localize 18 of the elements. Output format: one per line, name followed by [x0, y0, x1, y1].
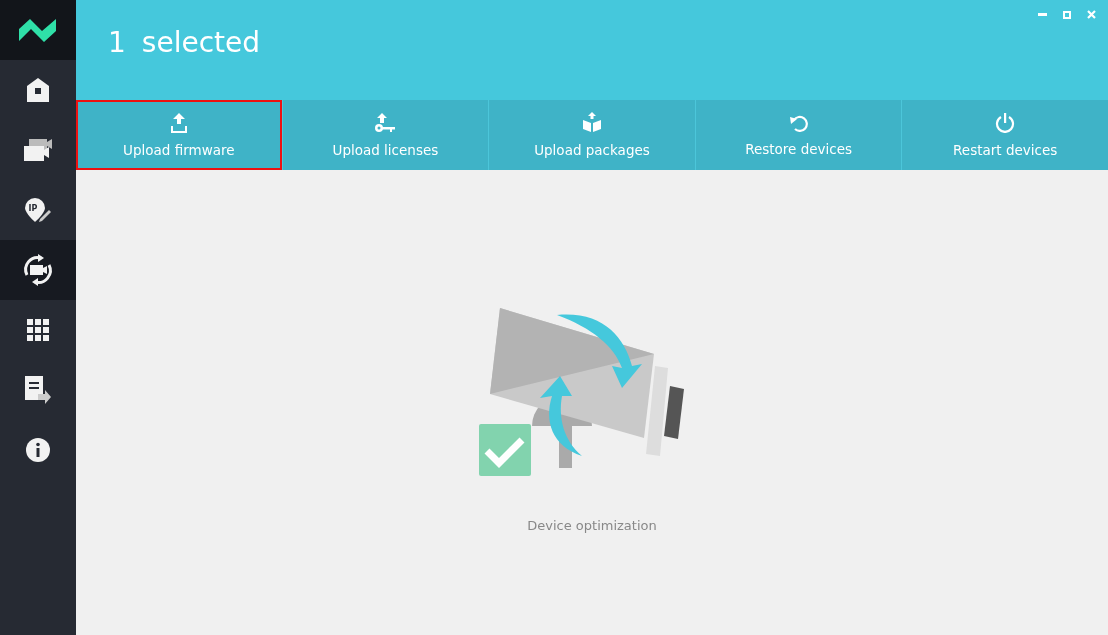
restore-icon [788, 113, 809, 132]
sidebar-item[interactable] [0, 240, 76, 300]
action-button[interactable]: Upload firmware [76, 100, 282, 170]
upload-icon [170, 112, 187, 133]
home-icon [25, 77, 51, 103]
selection-count: 1 [108, 26, 126, 59]
selection-label: selected [141, 26, 261, 59]
empty-state-caption: Device optimization [527, 518, 657, 533]
cameras-icon [23, 138, 53, 162]
sidebar-item[interactable]: IP [0, 180, 76, 240]
info-icon [26, 438, 50, 462]
grid-icon [27, 319, 49, 341]
document-export-icon [24, 375, 52, 405]
package-icon [582, 112, 602, 133]
sync-camera-icon [21, 253, 55, 287]
upload-key-icon [374, 112, 397, 133]
logo-icon [18, 17, 58, 43]
power-icon [995, 112, 1016, 133]
